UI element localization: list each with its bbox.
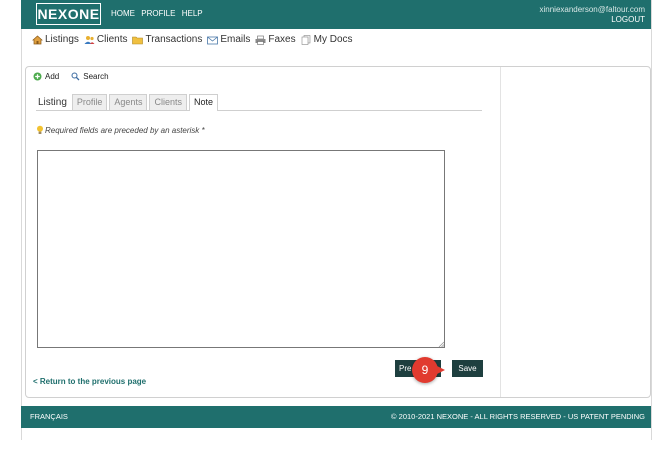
nav-item-label: Listings — [45, 34, 79, 45]
note-textarea[interactable] — [37, 150, 445, 348]
nav-item-label: Faxes — [268, 34, 296, 45]
nav-item-my-docs[interactable]: My Docs — [301, 34, 353, 45]
envelope-icon — [207, 36, 219, 44]
save-button[interactable]: Save — [452, 360, 483, 377]
nav-item-label: My Docs — [313, 34, 353, 45]
user-email: xinniexanderson@faltour.com — [539, 5, 645, 14]
panel-divider — [500, 67, 501, 397]
nav-item-faxes[interactable]: Faxes — [255, 34, 296, 45]
copyright-text: © 2010-2021 NEXONE - ALL RIGHTS RESERVED… — [391, 412, 645, 421]
top-bar: NEXONE HOME PROFILE HELP xinniexanderson… — [21, 0, 651, 29]
nav-item-label: Emails — [220, 34, 251, 45]
main-panel: Add Search Listing Profile Agents Client… — [25, 66, 651, 398]
top-nav: HOME PROFILE HELP — [111, 9, 207, 18]
nav-item-clients[interactable]: Clients — [84, 34, 128, 45]
resize-handle-icon[interactable] — [438, 341, 445, 348]
nav-item-label: Clients — [96, 34, 128, 45]
tab-bar: Listing Profile Agents Clients Note — [36, 94, 482, 111]
nav-item-transactions[interactable]: Transactions — [132, 34, 202, 45]
footer: FRANÇAIS © 2010-2021 NEXONE - ALL RIGHTS… — [21, 406, 651, 428]
toolbar: Add Search — [33, 72, 109, 81]
nav-profile-link[interactable]: PROFILE — [141, 9, 175, 18]
required-hint: Required fields are preceded by an aster… — [36, 125, 205, 135]
house-icon — [32, 35, 43, 44]
printer-icon — [255, 35, 266, 45]
required-hint-text: Required fields are preceded by an aster… — [45, 125, 205, 135]
return-link[interactable]: < Return to the previous page — [33, 377, 146, 386]
user-info: xinniexanderson@faltour.com LOGOUT — [539, 5, 645, 25]
search-button[interactable]: Search — [71, 72, 109, 81]
tab-listing[interactable]: Listing — [36, 97, 70, 110]
tab-clients[interactable]: Clients — [149, 94, 187, 110]
tab-note[interactable]: Note — [188, 94, 218, 111]
logout-link[interactable]: LOGOUT — [539, 15, 645, 25]
nav-help-link[interactable]: HELP — [182, 9, 203, 18]
nav-item-label: Transactions — [145, 34, 203, 45]
search-label: Search — [83, 72, 109, 81]
logo[interactable]: NEXONE — [36, 3, 101, 25]
add-label: Add — [45, 72, 60, 81]
tab-agents[interactable]: Agents — [109, 94, 148, 110]
nav-item-emails[interactable]: Emails — [207, 34, 250, 45]
language-link[interactable]: FRANÇAIS — [30, 406, 68, 428]
folder-icon — [132, 36, 144, 44]
people-icon — [84, 35, 95, 44]
lightbulb-icon — [37, 125, 43, 134]
plus-circle-icon — [33, 72, 42, 81]
add-button[interactable]: Add — [33, 72, 59, 81]
search-icon — [71, 72, 80, 81]
documents-icon — [301, 34, 310, 45]
step-badge: 9 — [412, 357, 445, 383]
nav-item-listings[interactable]: Listings — [32, 34, 79, 45]
nav-home-link[interactable]: HOME — [111, 9, 135, 18]
main-nav: Listings Clients Transactions Emails Fax… — [32, 34, 353, 45]
tab-profile[interactable]: Profile — [71, 94, 108, 110]
